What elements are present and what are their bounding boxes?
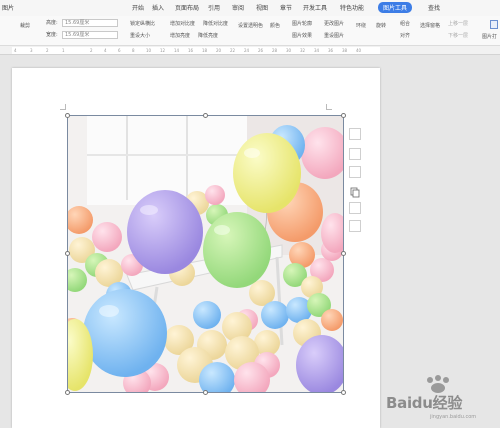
ruler-tick: 12 bbox=[160, 48, 166, 53]
layout-options-icon[interactable] bbox=[349, 128, 361, 140]
ruler-tick: 24 bbox=[244, 48, 250, 53]
ruler-active-area bbox=[12, 47, 380, 54]
horizontal-ruler: 4 3 2 1 2 4 6 8 10 12 14 16 18 20 22 24 … bbox=[0, 46, 500, 55]
resize-handle-bottom[interactable] bbox=[203, 390, 208, 395]
resize-handle-top-left[interactable] bbox=[65, 113, 70, 118]
watermark-text: Baidu经验 bbox=[386, 394, 463, 412]
margin-corner-mark bbox=[326, 104, 332, 110]
picture-effects-icon[interactable] bbox=[349, 202, 361, 214]
effects-button[interactable]: 图片效果 bbox=[292, 33, 312, 40]
increase-brightness-button[interactable]: 增加亮度 bbox=[170, 33, 190, 40]
ruler-tick: 4 bbox=[104, 48, 107, 53]
ruler-tick: 30 bbox=[286, 48, 292, 53]
ruler-tick: 6 bbox=[118, 48, 121, 53]
tab-view[interactable]: 视图 bbox=[256, 3, 268, 12]
reset-size-button[interactable]: 重设大小 bbox=[130, 33, 150, 40]
ruler-tick: 4 bbox=[14, 48, 17, 53]
left-label: 图片 bbox=[2, 5, 15, 12]
color-button[interactable]: 颜色 bbox=[270, 23, 280, 30]
tab-layout[interactable]: 页面布局 bbox=[175, 3, 199, 12]
selection-border bbox=[67, 115, 344, 393]
tab-insert[interactable]: 插入 bbox=[152, 3, 164, 12]
set-transparent-button[interactable]: 设置透明色 bbox=[238, 23, 263, 30]
wrap-button[interactable]: 环绕 bbox=[356, 23, 366, 30]
ruler-tick: 20 bbox=[216, 48, 222, 53]
margin-corner-mark bbox=[60, 104, 66, 110]
ruler-tick: 10 bbox=[146, 48, 152, 53]
resize-handle-top[interactable] bbox=[203, 113, 208, 118]
ruler-tick: 16 bbox=[188, 48, 194, 53]
increase-contrast-button[interactable]: 增加对比度 bbox=[170, 21, 195, 28]
ruler-tick: 18 bbox=[202, 48, 208, 53]
tab-section[interactable]: 章节 bbox=[280, 3, 292, 12]
decrease-contrast-button[interactable]: 降低对比度 bbox=[203, 21, 228, 28]
tab-references[interactable]: 引用 bbox=[208, 3, 220, 12]
ruler-tick: 3 bbox=[30, 48, 33, 53]
move-down-button[interactable]: 下移一层 bbox=[448, 33, 468, 40]
menu-bar: 图片 开始 插入 页面布局 引用 审阅 视图 章节 开发工具 特色功能 图片工具… bbox=[0, 0, 500, 16]
ruler-tick: 14 bbox=[174, 48, 180, 53]
ribbon: 裁剪 高度: 15.69厘米 宽度: 15.69厘米 锁定纵横比 重设大小 增加… bbox=[0, 16, 500, 46]
select-pane-button[interactable]: 选择窗格 bbox=[420, 23, 440, 30]
ruler-tick: 40 bbox=[356, 48, 362, 53]
ruler-tick: 8 bbox=[132, 48, 135, 53]
tab-developer[interactable]: 开发工具 bbox=[303, 3, 327, 12]
combine-button[interactable]: 组合 bbox=[400, 21, 410, 28]
change-picture-button[interactable]: 更改图片 bbox=[324, 21, 344, 28]
crop-tool-icon[interactable] bbox=[349, 148, 361, 160]
ruler-tick: 36 bbox=[328, 48, 334, 53]
ruler-tick: 1 bbox=[62, 48, 65, 53]
align-button[interactable]: 对齐 bbox=[400, 33, 410, 40]
rotate-button[interactable]: 旋转 bbox=[376, 23, 386, 30]
crop-button[interactable]: 裁剪 bbox=[20, 23, 30, 30]
ruler-tick: 34 bbox=[314, 48, 320, 53]
watermark-subtext: jingyan.baidu.com bbox=[430, 414, 477, 420]
ruler-tick: 2 bbox=[90, 48, 93, 53]
lock-ratio-checkbox[interactable]: 锁定纵横比 bbox=[130, 21, 155, 28]
resize-handle-top-right[interactable] bbox=[341, 113, 346, 118]
ruler-tick: 28 bbox=[272, 48, 278, 53]
resize-handle-right[interactable] bbox=[341, 251, 346, 256]
ruler-tick: 26 bbox=[258, 48, 264, 53]
width-input[interactable]: 15.69厘米 bbox=[62, 31, 118, 39]
tab-review[interactable]: 审阅 bbox=[232, 3, 244, 12]
ruler-tick: 32 bbox=[300, 48, 306, 53]
more-tools-icon[interactable] bbox=[349, 220, 361, 232]
height-input[interactable]: 15.69厘米 bbox=[62, 19, 118, 27]
zoom-tool-icon[interactable] bbox=[349, 166, 361, 178]
copy-icon[interactable] bbox=[349, 184, 361, 198]
ruler-tick: 22 bbox=[230, 48, 236, 53]
tab-picture-tools[interactable]: 图片工具 bbox=[378, 2, 413, 13]
resize-handle-left[interactable] bbox=[65, 251, 70, 256]
picture-print-icon[interactable] bbox=[490, 20, 498, 29]
reset-picture-button[interactable]: 重设图片 bbox=[324, 33, 344, 40]
ruler-tick: 2 bbox=[46, 48, 49, 53]
tab-features[interactable]: 特色功能 bbox=[340, 3, 364, 12]
tab-home[interactable]: 开始 bbox=[132, 3, 144, 12]
decrease-brightness-button[interactable]: 降低亮度 bbox=[198, 33, 218, 40]
tab-find[interactable]: 查找 bbox=[428, 3, 440, 12]
resize-handle-bottom-left[interactable] bbox=[65, 390, 70, 395]
height-label: 高度: bbox=[46, 20, 58, 26]
width-label: 宽度: bbox=[46, 32, 58, 38]
outline-button[interactable]: 图片轮廓 bbox=[292, 21, 312, 28]
ruler-tick: 38 bbox=[342, 48, 348, 53]
picture-print-label: 图片打 bbox=[482, 34, 498, 40]
resize-handle-bottom-right[interactable] bbox=[341, 390, 346, 395]
move-up-button[interactable]: 上移一层 bbox=[448, 21, 468, 28]
